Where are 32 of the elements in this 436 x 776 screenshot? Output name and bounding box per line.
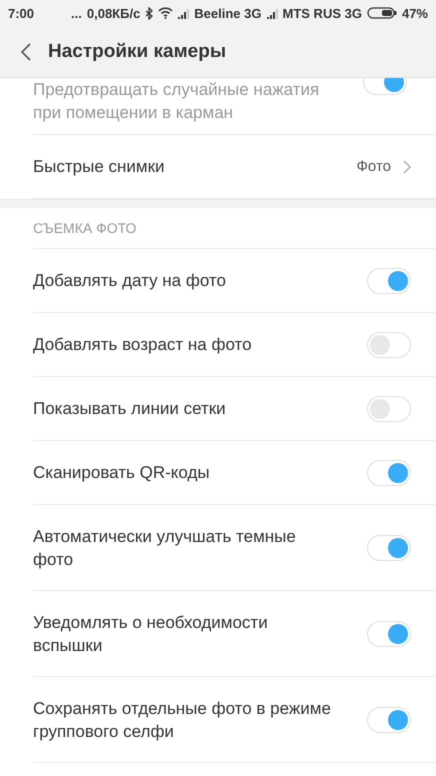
wifi-icon	[158, 7, 174, 19]
setting-label: Сохранять отдельные фото в режиме группового селфи	[33, 698, 332, 742]
setting-value: Фото	[356, 158, 391, 175]
signal-icon	[266, 8, 278, 18]
signal-icon	[178, 8, 190, 18]
toggle-switch[interactable]	[367, 534, 411, 560]
chevron-icon	[403, 160, 411, 174]
carrier-name: MTS RUS 3G	[282, 6, 362, 20]
battery-icon	[366, 7, 397, 19]
toggle-switch[interactable]	[367, 268, 411, 294]
toggle-switch[interactable]	[367, 396, 411, 422]
setting-label: Добавлять возраст на фото	[33, 334, 253, 356]
toggle-switch[interactable]	[367, 706, 411, 732]
back-icon	[20, 42, 32, 62]
setting-label: Добавлять дату на фото	[33, 270, 227, 292]
setting-label: Автоматически улучшать темные фото	[33, 526, 297, 570]
toggle-switch[interactable]	[367, 620, 411, 646]
toggle-switch[interactable]	[367, 460, 411, 486]
screen-title: Настройки камеры	[48, 40, 226, 62]
carrier-name: Beeline 3G	[194, 6, 262, 20]
setting-label: Уведомлять о необходимости вспышки	[33, 612, 269, 656]
notification-dots: ...	[71, 6, 82, 20]
toggle-switch[interactable]	[367, 332, 411, 358]
clock: 7:00	[8, 6, 34, 20]
setting-label: Быстрые снимки	[33, 156, 166, 178]
setting-label: Предотвращать случайные нажатия при помещении в карман	[33, 79, 320, 124]
setting-label: Показывать линии сетки	[33, 398, 227, 420]
battery-level: 47%	[402, 6, 428, 20]
setting-label: Сканировать QR-коды	[33, 462, 211, 484]
network-speed: 0,08КБ/с	[86, 6, 140, 20]
bluetooth-icon	[145, 6, 154, 20]
section-title: СЪЕМКА ФОТО	[33, 220, 136, 236]
